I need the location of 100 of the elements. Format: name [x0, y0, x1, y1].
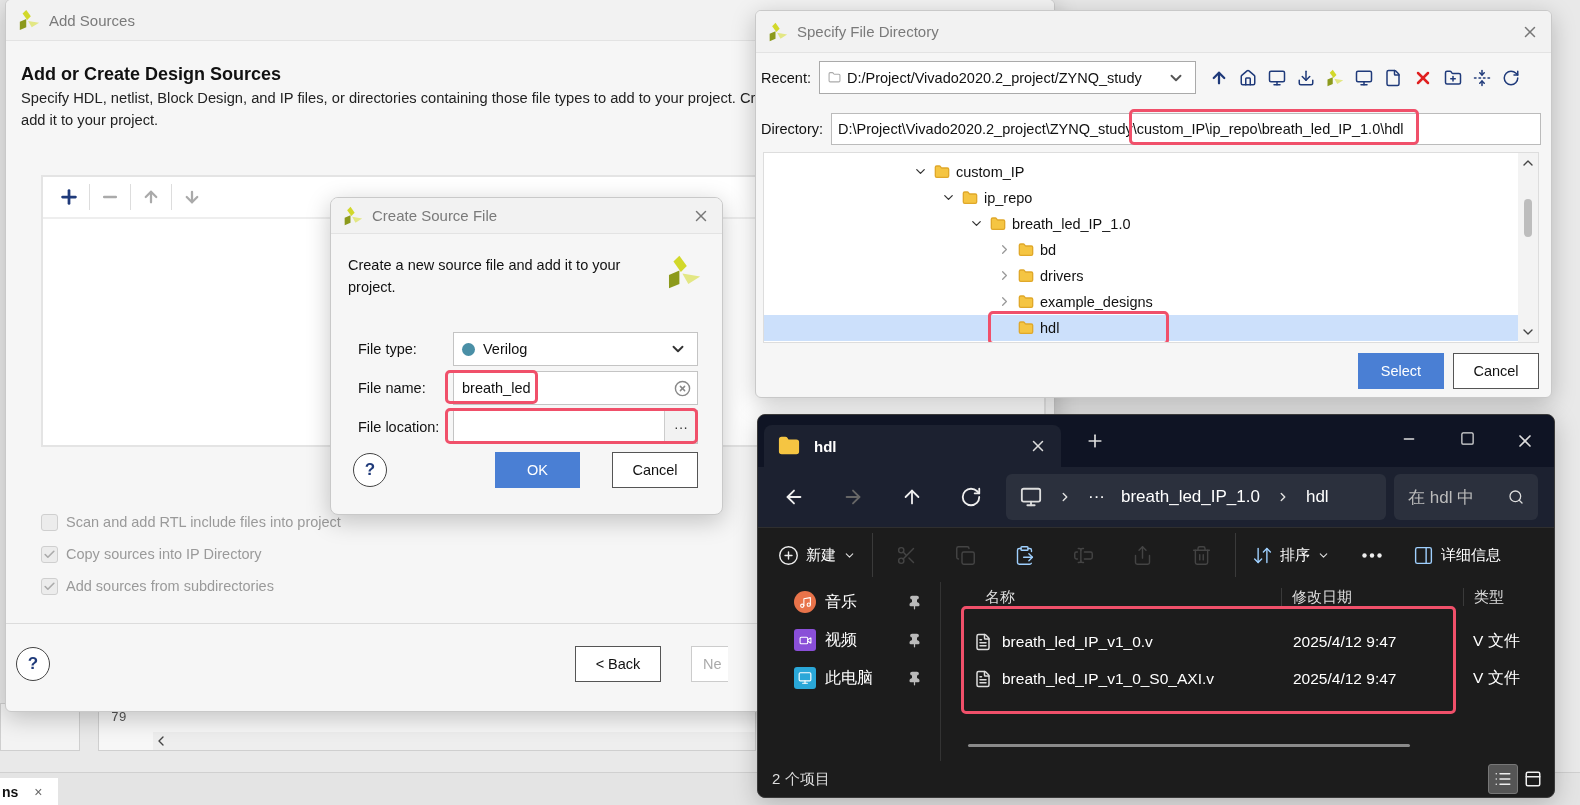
file-name: breath_led_IP_v1_0_S0_AXI.v	[941, 669, 1293, 688]
cancel-button[interactable]: Cancel	[612, 452, 698, 488]
help-button[interactable]: ?	[16, 647, 50, 681]
home-icon[interactable]	[1239, 68, 1257, 87]
trash-icon	[1191, 544, 1212, 566]
column-header[interactable]: 名称	[941, 588, 1281, 606]
preview-icon	[1524, 770, 1542, 788]
pin-icon[interactable]	[907, 632, 922, 648]
scroll-thumb[interactable]	[1524, 198, 1532, 237]
tree-row[interactable]: bd	[764, 237, 1518, 263]
recent-dropdown[interactable]: D:/Project/Vivado2020.2_project/ZYNQ_study	[819, 61, 1196, 94]
tree-row[interactable]: drivers	[764, 263, 1518, 289]
file-icon[interactable]	[1384, 68, 1402, 87]
video-icon	[794, 629, 816, 651]
logo-icon	[666, 254, 702, 290]
refresh-icon[interactable]	[1502, 68, 1520, 87]
file-row[interactable]: breath_led_IP_v1_0.v 2025/4/12 9:47 V 文件	[941, 623, 1554, 660]
nav-item[interactable]: 此电脑	[758, 659, 940, 697]
new-button[interactable]: 新建	[766, 537, 868, 573]
computer-icon	[1020, 486, 1042, 508]
new-folder-icon[interactable]	[1444, 68, 1462, 87]
close-button[interactable]: ×	[34, 784, 43, 800]
monitor-icon[interactable]	[1355, 68, 1373, 87]
file-date: 2025/4/12 9:47	[1293, 632, 1398, 651]
verilog-dot-icon	[462, 342, 475, 356]
address-bar[interactable]: ··· breath_led_IP_1.0 hdl	[1006, 474, 1386, 520]
collapse-icon[interactable]	[1473, 68, 1491, 87]
desktop-icon[interactable]	[1268, 68, 1286, 87]
logo-icon	[1326, 68, 1344, 87]
file-date: 2025/4/12 9:47	[1293, 669, 1398, 688]
tree-row[interactable]: custom_IP	[764, 159, 1518, 185]
details-button[interactable]: 详细信息	[1401, 537, 1513, 573]
computer-icon	[794, 667, 816, 689]
file-row[interactable]: breath_led_IP_v1_0_S0_AXI.v 2025/4/12 9:47 V 文件	[941, 660, 1554, 697]
clipboard-icon	[1014, 544, 1035, 566]
breadcrumb-item[interactable]: ···	[1088, 487, 1105, 507]
select-button[interactable]: Select	[1358, 353, 1444, 389]
checkbox-label: Scan and add RTL include files into project	[66, 514, 341, 530]
music-icon	[794, 591, 816, 613]
panel-icon	[1413, 544, 1434, 566]
breadcrumb-item[interactable]: breath_led_IP_1.0	[1121, 487, 1260, 507]
folder-icon	[1018, 294, 1034, 310]
field-label: File type:	[358, 341, 418, 357]
pin-icon[interactable]	[907, 670, 922, 686]
breadcrumb-item[interactable]: hdl	[1305, 487, 1329, 507]
ok-button[interactable]: OK	[495, 452, 580, 488]
download-icon[interactable]	[1297, 68, 1315, 87]
tree-row[interactable]: ip_repo	[764, 185, 1518, 211]
nav-item[interactable]: 音乐	[758, 583, 940, 621]
status-text: 2 个项目	[772, 769, 831, 789]
tree-label: breath_led_IP_1.0	[1012, 216, 1131, 232]
list-icon	[1494, 770, 1512, 788]
folder-tab[interactable]: hdl	[764, 425, 1061, 467]
folder-icon	[962, 190, 978, 206]
search-icon	[1508, 489, 1524, 505]
column-header[interactable]: 类型	[1463, 588, 1553, 606]
pin-icon[interactable]	[907, 594, 922, 610]
file-icon	[974, 632, 992, 651]
logo-icon	[343, 205, 363, 226]
cancel-button[interactable]: Cancel	[1453, 353, 1539, 389]
field-label: Recent:	[761, 69, 812, 86]
nav-item[interactable]: 视频	[758, 621, 940, 659]
refresh-icon[interactable]	[959, 486, 982, 508]
tree-label: hdl	[1040, 320, 1060, 336]
clear-icon[interactable]	[674, 379, 691, 397]
help-button[interactable]: ?	[353, 453, 387, 487]
plus-icon	[778, 544, 799, 566]
folder-icon	[1018, 242, 1034, 258]
add-icon[interactable]	[58, 186, 80, 208]
description-text: Specify HDL, netlist, Block Design, and IP files, or directories containing those file types to add to your project. Cr	[21, 89, 756, 108]
folder-icon	[828, 71, 841, 84]
column-header[interactable]: 修改日期	[1281, 588, 1463, 606]
file-type-select[interactable]: Verilog	[453, 332, 698, 366]
panel-tab[interactable]: ns ×	[0, 778, 58, 805]
sort-button[interactable]: 排序	[1240, 537, 1342, 573]
tree-label: drivers	[1040, 268, 1084, 284]
maximize-icon[interactable]	[1459, 431, 1475, 446]
checkbox-label: Copy sources into IP Directory	[66, 546, 262, 562]
file-name-field[interactable]: breath_led	[453, 371, 698, 405]
folder-icon	[934, 164, 950, 180]
description-text: add it to your project.	[21, 111, 159, 130]
tree-row[interactable]: breath_led_IP_1.0	[764, 211, 1518, 237]
logo-icon	[768, 21, 788, 42]
logo-icon	[18, 9, 40, 31]
line-number: 79	[110, 709, 128, 727]
field-label: Directory:	[761, 120, 825, 137]
tree-row[interactable]: example_designs	[764, 289, 1518, 315]
folder-icon	[1018, 320, 1034, 336]
tree-label: ip_repo	[984, 190, 1033, 206]
file-name: breath_led_IP_v1_0.v	[941, 632, 1293, 651]
search-field[interactable]: 在 hdl 中	[1394, 474, 1538, 520]
back-button[interactable]: < Back	[575, 646, 661, 682]
dialog-title: Specify File Directory	[797, 23, 940, 40]
details-view-button[interactable]	[1488, 764, 1518, 794]
tab-label: ns	[2, 784, 19, 800]
folder-icon	[990, 216, 1006, 232]
share-icon	[1132, 544, 1153, 566]
field-label: File name:	[358, 380, 427, 396]
checkmark-icon	[43, 579, 56, 593]
ellipsis-icon	[1361, 552, 1382, 558]
